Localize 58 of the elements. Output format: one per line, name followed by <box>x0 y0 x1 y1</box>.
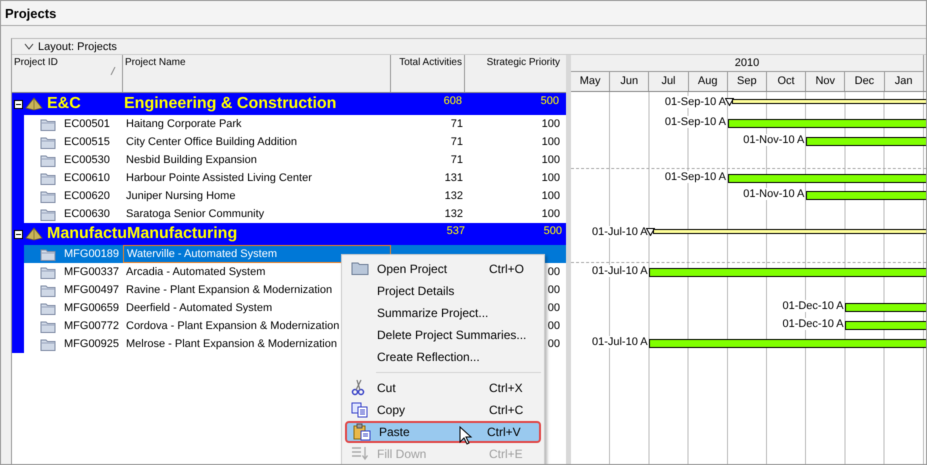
month-header: Jul <box>649 72 689 91</box>
column-header[interactable]: Project Name <box>123 55 391 92</box>
month-header: Oct <box>766 72 806 91</box>
menu-item[interactable]: Cut Ctrl+X <box>345 377 541 399</box>
project-row[interactable]: EC00530 Nesbid Building Expansion 71 100 <box>24 151 566 169</box>
month-header: Sep <box>728 72 767 91</box>
date-label: 01-Dec-10 A <box>782 300 844 312</box>
month-header: May <box>571 72 610 91</box>
pyramid-icon <box>25 97 43 111</box>
project-row[interactable]: EC00610 Harbour Pointe Assisted Living Center 131 100 <box>24 169 566 187</box>
clipboard-icon <box>353 423 371 441</box>
folder-icon <box>351 260 369 278</box>
column-header[interactable]: Strategic Priority <box>465 55 562 92</box>
copy-icon <box>351 401 369 419</box>
date-label: 01-Jul-10 A <box>592 265 648 277</box>
folder-icon <box>40 266 56 278</box>
month-header: Nov <box>806 72 846 91</box>
folder-icon <box>40 154 56 166</box>
month-header: Jan <box>884 72 924 91</box>
milestone-triangle-icon <box>646 228 656 236</box>
window-title: Projects <box>5 6 56 20</box>
month-header: Aug <box>688 72 728 91</box>
folder-icon <box>40 136 56 148</box>
folder-icon <box>40 338 56 350</box>
menu-item[interactable]: Project Details <box>345 280 541 302</box>
group-row[interactable]: ManufactuManufacturing 537 500 <box>12 223 566 245</box>
pyramid-icon <box>25 227 43 241</box>
date-label: 01-Nov-10 A <box>743 188 804 200</box>
project-row[interactable]: EC00501 Haitang Corporate Park 71 100 <box>24 115 566 133</box>
month-header: Jun <box>610 72 650 91</box>
month-header: Dec <box>845 72 884 91</box>
project-row[interactable]: EC00620 Juniper Nursing Home 132 100 <box>24 187 566 205</box>
folder-icon <box>40 172 56 184</box>
folder-icon <box>40 320 56 332</box>
folder-icon <box>40 190 56 202</box>
group-row[interactable]: E&C Engineering & Construction 608 500 <box>12 93 566 115</box>
folder-icon <box>40 284 56 296</box>
column-header[interactable]: Total Activities <box>391 55 465 92</box>
project-row[interactable]: EC00515 City Center Office Building Addition 71 100 <box>24 133 566 151</box>
mouse-pointer-icon <box>459 426 473 446</box>
year-header: 2010 <box>571 55 924 72</box>
milestone-triangle-icon <box>724 98 734 106</box>
column-header[interactable]: Project ID <box>12 55 123 92</box>
sort-icon <box>110 67 116 75</box>
folder-icon <box>40 118 56 130</box>
layout-bar[interactable]: Layout: Projects <box>12 39 926 55</box>
date-label: 01-Sep-10 A <box>664 171 726 183</box>
date-label: 01-Sep-10 A <box>664 116 726 128</box>
date-label: 01-Dec-10 A <box>782 318 844 330</box>
folder-icon <box>40 248 56 260</box>
project-row[interactable]: EC00630 Saratoga Senior Community 132 100 <box>24 205 566 223</box>
menu-item[interactable]: Copy Ctrl+C <box>345 399 541 421</box>
menu-item[interactable]: Paste Ctrl+V <box>345 421 541 443</box>
date-label: 01-Nov-10 A <box>743 134 804 146</box>
date-label: 01-Jul-10 A <box>592 336 648 348</box>
folder-icon <box>40 208 56 220</box>
fill-down-icon <box>351 445 369 463</box>
folder-icon <box>40 302 56 314</box>
